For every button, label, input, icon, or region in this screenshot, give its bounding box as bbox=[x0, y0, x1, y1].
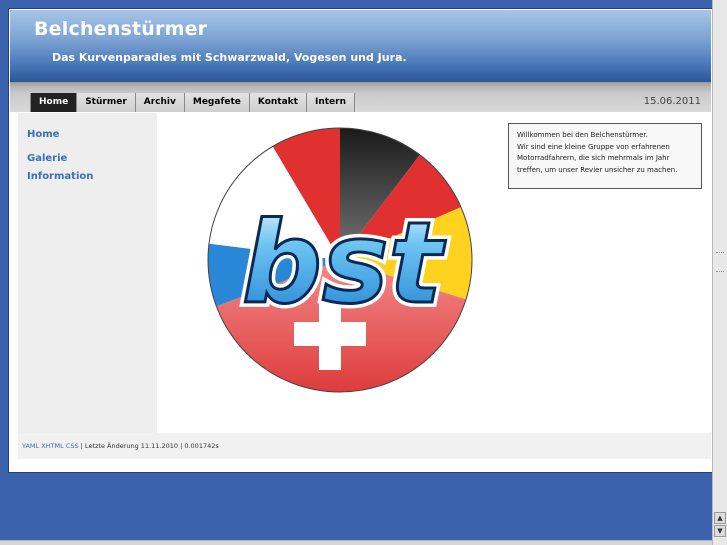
horizontal-scrollbar[interactable] bbox=[0, 540, 712, 545]
logo-text: bst bbox=[242, 199, 446, 329]
footer-links[interactable]: YAML XHTML CSS bbox=[22, 442, 79, 450]
nav-item-megafete[interactable]: Megafete bbox=[184, 93, 250, 112]
nav-item-kontakt[interactable]: Kontakt bbox=[249, 93, 307, 112]
nav-item-archiv[interactable]: Archiv bbox=[135, 93, 185, 112]
footer-info: | Letzte Änderung 11.11.2010 | 0.001742s bbox=[78, 442, 219, 450]
site-title: Belchenstürmer bbox=[34, 18, 208, 40]
footer: YAML XHTML CSS | Letzte Änderung 11.11.2… bbox=[18, 433, 711, 459]
sidebar-item-home[interactable]: Home bbox=[27, 129, 59, 140]
sidebar: Home Galerie Information bbox=[18, 113, 157, 433]
welcome-line: Motorradfahrern, die sich mehrmals im Ja… bbox=[517, 154, 670, 162]
welcome-line: Willkommen bei den Belchenstürmer. bbox=[517, 131, 648, 139]
welcome-box: Willkommen bei den Belchenstürmer. Wir s… bbox=[508, 123, 702, 189]
welcome-line: Wir sind eine kleine Gruppe von erfahren… bbox=[517, 142, 670, 151]
site-tagline: Das Kurvenparadies mit Schwarzwald, Voge… bbox=[52, 51, 407, 64]
welcome-line: treffen, um unser Revier unsicher zu mac… bbox=[517, 165, 678, 174]
vertical-scrollbar[interactable]: ▲ ▼ bbox=[712, 0, 727, 545]
sidebar-item-information[interactable]: Information bbox=[27, 171, 93, 182]
nav-item-intern[interactable]: Intern bbox=[306, 93, 355, 112]
sidebar-item-galerie[interactable]: Galerie bbox=[27, 153, 67, 164]
scroll-down-icon[interactable]: ▼ bbox=[714, 525, 726, 537]
bst-logo: bst bst bbox=[207, 127, 473, 393]
scrollbar-grip-icon[interactable] bbox=[716, 252, 724, 272]
main-navigation: Home Stürmer Archiv Megafete Kontakt Int… bbox=[10, 82, 711, 112]
scroll-up-icon[interactable]: ▲ bbox=[714, 512, 726, 524]
current-date: 15.06.2011 bbox=[643, 96, 701, 107]
nav-tabs: Home Stürmer Archiv Megafete Kontakt Int… bbox=[30, 93, 355, 112]
nav-item-home[interactable]: Home bbox=[31, 93, 78, 112]
site-header: Belchenstürmer Das Kurvenparadies mit Sc… bbox=[10, 10, 711, 82]
nav-item-stuermer[interactable]: Stürmer bbox=[77, 93, 136, 112]
